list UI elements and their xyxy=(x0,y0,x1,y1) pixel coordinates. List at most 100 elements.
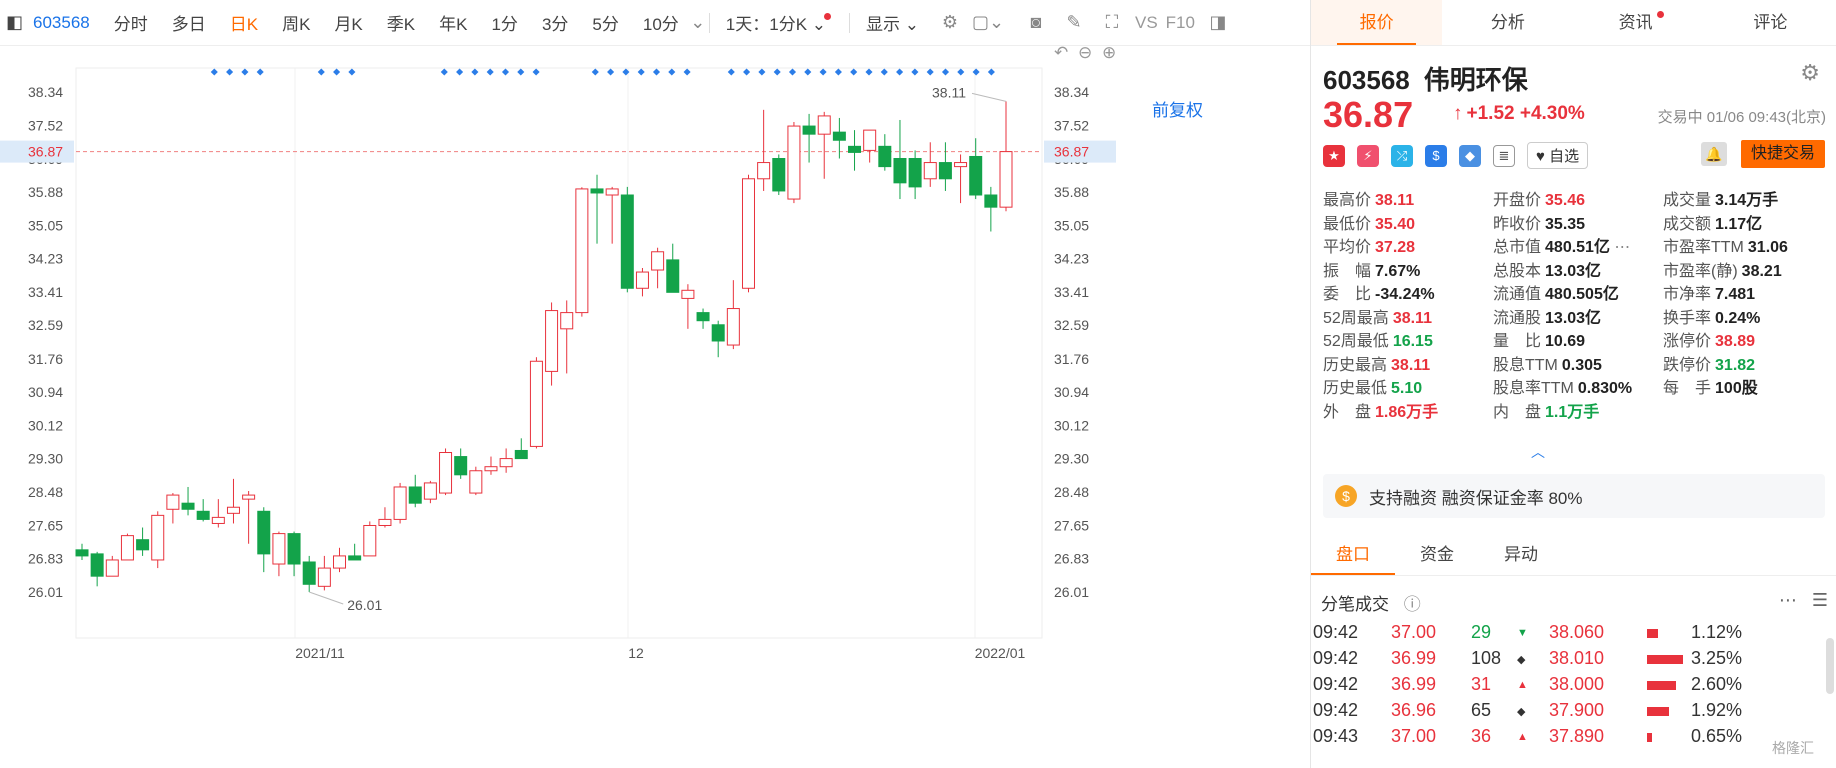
collapse-icon[interactable]: ︿ xyxy=(1531,442,1545,462)
draw-icon[interactable]: ✎ xyxy=(1063,12,1085,34)
event-marker xyxy=(456,68,464,76)
detail-tab-2[interactable]: 异动 xyxy=(1479,540,1563,575)
detail-tab-1[interactable]: 资金 xyxy=(1395,540,1479,575)
display-menu[interactable]: 显示 ⌄ xyxy=(854,10,931,35)
stat-cell: 开盘价 35.46 xyxy=(1493,186,1663,210)
margin-banner[interactable]: $ 支持融资 融资保证金率 80% xyxy=(1323,474,1825,518)
bell-icon[interactable]: 🔔 xyxy=(1701,142,1727,166)
quick-trade-button[interactable]: 快捷交易 xyxy=(1741,140,1825,168)
period-tab-5[interactable]: 季K xyxy=(375,10,427,35)
notify-dot xyxy=(824,13,832,20)
event-marker xyxy=(241,68,249,76)
tag-icon[interactable]: ◆ xyxy=(1459,144,1481,167)
add-watchlist-button[interactable]: ♥ 自选 xyxy=(1527,142,1589,169)
event-marker xyxy=(210,68,218,76)
stat-cell: 外 盘 1.86万手 xyxy=(1323,398,1493,422)
tick-tools: ⋯ ☰ xyxy=(1779,590,1828,611)
panel-tab-1[interactable]: 分析 xyxy=(1442,0,1573,45)
tick-volume: 65 xyxy=(1471,700,1492,720)
panel-tab-2[interactable]: 资讯 xyxy=(1574,0,1705,45)
tick-direction-icon: ▲ xyxy=(1517,679,1528,691)
period-tab-9[interactable]: 5分 xyxy=(580,10,630,35)
event-marker xyxy=(834,68,842,76)
event-marker xyxy=(256,68,264,76)
detail-tab-0[interactable]: 盘口 xyxy=(1311,540,1395,575)
stat-value: 7.67% xyxy=(1375,262,1421,280)
stat-cell: 52周最低 16.15 xyxy=(1323,327,1493,351)
settings-icon[interactable]: ⚙ xyxy=(939,12,961,34)
stat-cell: 换手率 0.24% xyxy=(1663,304,1833,328)
frame-select-icon[interactable]: ▢⌄ xyxy=(972,12,1004,34)
fullscreen-icon[interactable]: ⛶ xyxy=(1101,12,1123,34)
camera-icon[interactable]: ◙ xyxy=(1025,12,1047,34)
period-tab-8[interactable]: 3分 xyxy=(530,10,580,35)
range-select[interactable]: 1天：1分K ⌄ xyxy=(714,10,845,35)
panel-toggle-icon[interactable]: ◧ xyxy=(0,12,29,33)
ytick-right: 26.01 xyxy=(1054,584,1089,600)
stat-value: -34.24% xyxy=(1375,286,1435,303)
stat-row: 平均价 37.28 总市值 480.51亿 ⋯ 市盈率TTM 31.06 xyxy=(1323,233,1833,257)
period-tab-3[interactable]: 周K xyxy=(270,10,322,35)
stat-row: 历史最低 5.10 股息率TTM 0.830% 每 手 100股 xyxy=(1323,374,1833,398)
detail-tabs: 盘口 资金 异动 xyxy=(1311,540,1836,576)
tick-direction-icon: ◆ xyxy=(1517,654,1526,666)
more-icon[interactable]: ⋯ xyxy=(1779,590,1797,610)
tick-row: 09:43 37.00 36 ▲ 37.890 0.65% xyxy=(1311,726,1836,752)
flash-icon[interactable]: ⚡ xyxy=(1357,144,1379,167)
sidebar-icon[interactable]: ◨ xyxy=(1207,12,1229,34)
event-marker xyxy=(987,68,995,76)
tick-volume: 31 xyxy=(1471,674,1492,694)
stat-value: 5.10 xyxy=(1391,380,1423,397)
candle-body xyxy=(772,158,786,192)
period-tab-10[interactable]: 10分 xyxy=(631,10,691,35)
watermark: 格隆汇 xyxy=(1772,740,1814,756)
stat-label: 52周最高 xyxy=(1323,309,1389,327)
period-tab-6[interactable]: 年K xyxy=(427,10,479,35)
panel-tab-3[interactable]: 评论 xyxy=(1705,0,1836,45)
panel-tab-0[interactable]: 报价 xyxy=(1311,0,1443,45)
vs-button[interactable]: VS xyxy=(1131,13,1162,33)
scrollbar[interactable] xyxy=(1826,638,1834,694)
period-tab-4[interactable]: 月K xyxy=(322,10,374,35)
candle-body xyxy=(726,308,740,346)
stat-cell: 最低价 35.40 xyxy=(1323,210,1493,234)
stat-value: 13.03亿 xyxy=(1545,309,1602,327)
candle-body xyxy=(969,155,983,196)
more-icon[interactable]: ⋯ xyxy=(1610,239,1630,256)
stat-cell: 市盈率TTM 31.06 xyxy=(1663,233,1833,257)
ytick-left: 33.41 xyxy=(28,284,63,300)
tick-row: 09:42 36.96 65 ◆ 37.900 1.92% xyxy=(1311,700,1836,726)
stat-value: 38.11 xyxy=(1391,356,1431,374)
news-dot xyxy=(1656,11,1664,18)
event-marker xyxy=(743,68,751,76)
list-icon[interactable]: ☰ xyxy=(1812,590,1828,610)
change-value: +1.52 xyxy=(1466,103,1515,124)
kline-chart[interactable]: 前复权 38.3438.3437.5237.5236.6936.6935.883… xyxy=(0,46,1310,768)
candle-body xyxy=(575,188,589,314)
stat-label: 52周最低 xyxy=(1323,333,1389,350)
ytick-left: 30.94 xyxy=(28,384,63,400)
depth-bar xyxy=(1647,681,1676,690)
ytick-left: 29.30 xyxy=(28,451,63,467)
shuffle-icon[interactable]: ⤮ xyxy=(1391,144,1413,167)
period-tab-7[interactable]: 1分 xyxy=(479,10,529,35)
stat-label: 总市值 xyxy=(1493,239,1542,256)
xtick: 2021/11 xyxy=(295,645,345,661)
stat-cell: 股息TTM 0.305 xyxy=(1493,351,1663,375)
period-tab-2[interactable]: 日K xyxy=(218,10,270,35)
stat-label: 股息率TTM xyxy=(1493,380,1574,397)
info-icon[interactable]: ⓘ xyxy=(1404,595,1421,614)
stat-value: 38.11 xyxy=(1392,309,1432,327)
event-marker xyxy=(957,68,965,76)
chevron-down-icon[interactable]: ⌄ xyxy=(690,12,705,34)
tick-price: 37.00 xyxy=(1391,622,1437,642)
note-icon[interactable]: ≣ xyxy=(1493,144,1515,167)
period-tab-1[interactable]: 多日 xyxy=(160,10,218,35)
stat-cell: 跌停价 31.82 xyxy=(1663,351,1833,375)
dollar-icon[interactable]: $ xyxy=(1425,144,1447,167)
stat-row: 52周最高 38.11 流通股 13.03亿 换手率 0.24% xyxy=(1323,304,1833,328)
f10-button[interactable]: F10 xyxy=(1162,13,1199,33)
gear-icon[interactable]: ⚙ xyxy=(1800,60,1820,86)
event-marker xyxy=(591,68,599,76)
period-tab-0[interactable]: 分时 xyxy=(102,10,160,35)
